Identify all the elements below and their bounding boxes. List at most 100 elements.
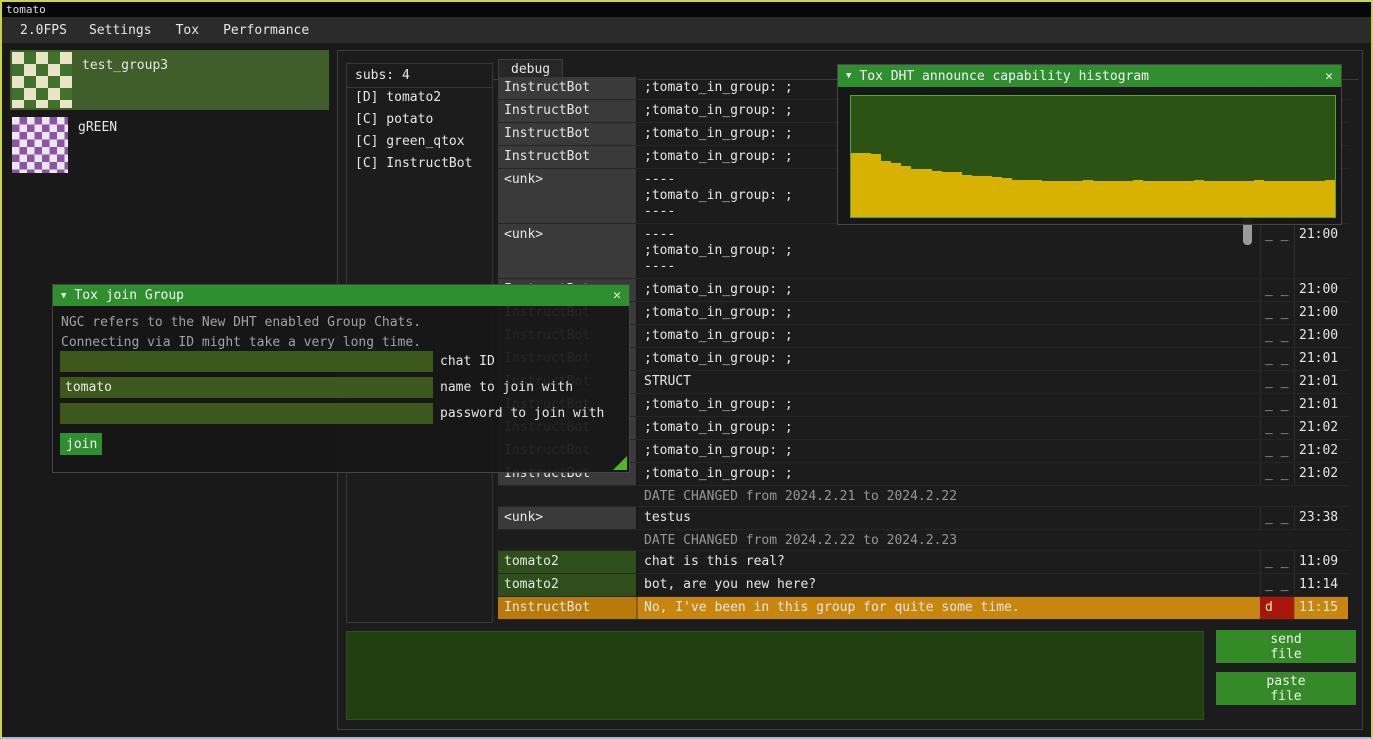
chat-message: ;tomato_in_group: ;: [638, 394, 1260, 416]
menu-item[interactable]: Performance: [211, 23, 321, 38]
chat-timestamp: 11:14: [1294, 574, 1348, 596]
menu-item[interactable]: Tox: [164, 23, 211, 38]
group-name: test_group3: [82, 50, 168, 73]
chat-message: testus: [638, 507, 1260, 529]
chat-flags: _ _: [1260, 551, 1294, 573]
histogram-bin: [1143, 181, 1153, 217]
join-description-line1: NGC refers to the New DHT enabled Group …: [61, 315, 421, 330]
chat-message: STRUCT: [638, 371, 1260, 393]
fps-counter: 2.0FPS: [10, 23, 77, 38]
send-file-button[interactable]: send file: [1216, 630, 1356, 663]
menu-item[interactable]: Settings: [77, 23, 164, 38]
chat-row[interactable]: <unk> ---- ;tomato_in_group: ; ---- _ _ …: [498, 224, 1348, 279]
histogram-bin: [1063, 181, 1073, 217]
sidebar-item-green[interactable]: gREEN: [10, 115, 329, 175]
paste-file-button[interactable]: paste file: [1216, 672, 1356, 705]
chat-flags: _ _: [1260, 574, 1294, 596]
histogram-bin: [1274, 181, 1284, 217]
join-group-titlebar[interactable]: ▼ Tox join Group ✕: [53, 285, 629, 306]
chat-flags: _ _: [1260, 507, 1294, 529]
chat-flags: _ _: [1260, 440, 1294, 462]
join-password-label: password to join with: [440, 406, 604, 421]
histogram-bin: [1153, 181, 1163, 217]
chat-message: ---- ;tomato_in_group: ; ----: [638, 224, 1260, 278]
chat-row[interactable]: <unk> testus _ _ 23:38: [498, 507, 1348, 530]
group-name: gREEN: [78, 115, 117, 135]
histogram-bin: [1305, 181, 1315, 217]
chat-flags: _ _: [1260, 325, 1294, 347]
chat-sender: <unk>: [498, 224, 638, 278]
histogram-bin: [922, 169, 932, 217]
histogram-bin: [1002, 178, 1012, 217]
join-group-title: Tox join Group: [74, 288, 184, 303]
chat-sender: <unk>: [498, 169, 638, 223]
chat-timestamp: 21:01: [1294, 394, 1348, 416]
histogram-bin: [1093, 181, 1103, 217]
group-avatar: [12, 52, 72, 108]
chat-row[interactable]: DATE CHANGED from 2024.2.21 to 2024.2.22: [498, 486, 1348, 507]
close-icon[interactable]: ✕: [1325, 69, 1333, 84]
chat-message: ;tomato_in_group: ;: [638, 325, 1260, 347]
join-name-input[interactable]: [60, 377, 433, 398]
sidebar-item-test_group3[interactable]: test_group3: [10, 50, 329, 110]
chat-message: ;tomato_in_group: ;: [638, 279, 1260, 301]
chat-id-input[interactable]: [60, 351, 433, 372]
chat-sender: InstructBot: [498, 146, 638, 168]
dht-histogram-window: ▼ Tox DHT announce capability histogram …: [837, 64, 1342, 225]
chat-id-label: chat ID: [440, 354, 495, 369]
subs-member[interactable]: [C] green_qtox: [347, 132, 492, 154]
histogram-bin: [962, 175, 972, 217]
collapse-arrow-icon[interactable]: ▼: [61, 291, 66, 301]
chat-flags: _ _: [1260, 302, 1294, 324]
chat-row[interactable]: DATE CHANGED from 2024.2.22 to 2024.2.23: [498, 530, 1348, 551]
subs-member[interactable]: [C] InstructBot: [347, 154, 492, 176]
join-button[interactable]: join: [60, 433, 102, 455]
histogram-bin: [861, 153, 871, 217]
histogram-bin: [992, 177, 1002, 217]
chat-sender: InstructBot: [498, 597, 638, 619]
dht-histogram-titlebar[interactable]: ▼ Tox DHT announce capability histogram …: [838, 65, 1341, 87]
chat-message: ;tomato_in_group: ;: [638, 417, 1260, 439]
join-description-line2: Connecting via ID might take a very long…: [61, 335, 421, 350]
histogram-bin: [952, 172, 962, 217]
tab-debug[interactable]: debug: [498, 59, 563, 79]
histogram-bin: [932, 171, 942, 217]
close-icon[interactable]: ✕: [613, 288, 621, 303]
chat-flags: [1260, 530, 1294, 550]
message-input[interactable]: [346, 631, 1204, 720]
histogram-bin: [1022, 180, 1032, 218]
chat-timestamp: 21:02: [1294, 463, 1348, 485]
window-title: tomato: [6, 3, 46, 16]
chat-message: chat is this real?: [638, 551, 1260, 573]
chat-flags: _ _: [1260, 463, 1294, 485]
subs-header: subs: 4: [347, 64, 492, 88]
resize-grip[interactable]: [613, 456, 627, 470]
histogram-bin: [1214, 181, 1224, 217]
histogram-bin: [1012, 180, 1022, 218]
chat-timestamp: 21:00: [1294, 279, 1348, 301]
histogram-bin: [1234, 181, 1244, 217]
chat-row[interactable]: tomato2 bot, are you new here? _ _ 11:14: [498, 574, 1348, 597]
histogram-bin: [911, 169, 921, 217]
chat-timestamp: [1294, 486, 1348, 506]
chat-sender: InstructBot: [498, 123, 638, 145]
histogram-bin: [1083, 180, 1093, 218]
join-group-window: ▼ Tox join Group ✕ NGC refers to the New…: [52, 284, 630, 473]
histogram-bin: [1073, 181, 1083, 217]
chat-timestamp: 21:02: [1294, 417, 1348, 439]
histogram-bars: [851, 96, 1335, 217]
histogram-bin: [1113, 181, 1123, 217]
collapse-arrow-icon[interactable]: ▼: [846, 71, 851, 81]
chat-row[interactable]: InstructBot No, I've been in this group …: [498, 597, 1348, 620]
histogram-bin: [1163, 181, 1173, 217]
chat-flags: _ _: [1260, 279, 1294, 301]
join-password-input[interactable]: [60, 403, 433, 424]
group-avatar: [12, 117, 68, 173]
chat-row[interactable]: tomato2 chat is this real? _ _ 11:09: [498, 551, 1348, 574]
subs-member[interactable]: [D] tomato2: [347, 88, 492, 110]
histogram-bin: [942, 172, 952, 217]
subs-member[interactable]: [C] potato: [347, 110, 492, 132]
histogram-bin: [1123, 181, 1133, 217]
histogram-bin: [1254, 180, 1264, 218]
chat-timestamp: 11:15: [1294, 597, 1348, 619]
